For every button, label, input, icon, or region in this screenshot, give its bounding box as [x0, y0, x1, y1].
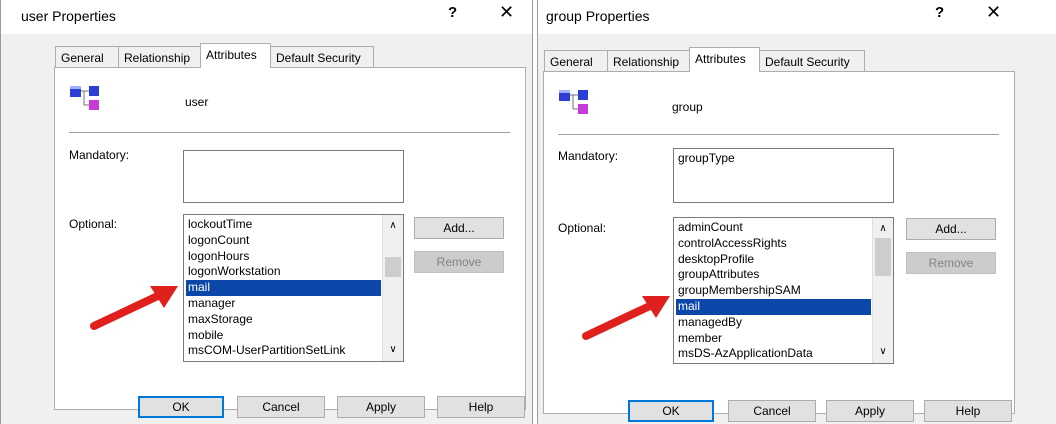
- list-item[interactable]: logonCount: [186, 233, 381, 249]
- mandatory-label: Mandatory:: [558, 149, 619, 163]
- ok-button[interactable]: OK: [138, 396, 224, 418]
- remove-button[interactable]: Remove: [906, 252, 996, 274]
- add-button[interactable]: Add...: [414, 217, 504, 239]
- tab-relationship[interactable]: Relationship: [607, 50, 690, 72]
- scroll-thumb[interactable]: [875, 238, 891, 276]
- scroll-thumb[interactable]: [385, 257, 401, 277]
- list-item[interactable]: logonHours: [186, 249, 381, 265]
- object-name: group: [672, 100, 703, 114]
- apply-button[interactable]: Apply: [826, 400, 914, 422]
- red-arrow-icon: [90, 286, 178, 330]
- attributes-tab-page: group Mandatory: groupType Optional: adm…: [543, 71, 1015, 414]
- schema-class-icon: [558, 89, 598, 129]
- list-item[interactable]: msCOM-UserPartitionSetLink: [186, 343, 381, 359]
- optional-list[interactable]: adminCount controlAccessRights desktopProf…: [673, 217, 894, 364]
- mandatory-list[interactable]: groupType: [673, 148, 894, 203]
- tab-attributes[interactable]: Attributes: [689, 47, 760, 72]
- separator: [69, 132, 510, 133]
- optional-list[interactable]: lockoutTime logonCount logonHours logonWork…: [183, 214, 404, 362]
- dialog-body: General Relationship Attributes Default …: [538, 34, 1056, 424]
- ok-button[interactable]: OK: [628, 400, 714, 422]
- dialog-title: group Properties: [546, 8, 650, 24]
- list-item[interactable]: groupAttributes: [676, 267, 871, 283]
- attributes-tab-page: user Mandatory: Optional: lockoutTime log…: [54, 67, 526, 410]
- help-icon[interactable]: ?: [935, 4, 944, 21]
- mandatory-list[interactable]: [183, 150, 404, 203]
- schema-class-icon: [69, 85, 109, 125]
- mandatory-label: Mandatory:: [69, 148, 130, 162]
- list-item[interactable]: groupType: [676, 151, 871, 167]
- cancel-button[interactable]: Cancel: [237, 396, 325, 418]
- list-scrollbar[interactable]: ∧ ∨: [382, 215, 403, 361]
- title-bar: user Properties ? ✕: [1, 0, 532, 34]
- separator: [558, 134, 999, 135]
- dialog-title: user Properties: [21, 8, 116, 24]
- chevron-down-icon[interactable]: ∨: [873, 343, 893, 361]
- help-button[interactable]: Help: [924, 400, 1012, 422]
- list-item[interactable]: maxStorage: [186, 312, 381, 328]
- dialog-body: General Relationship Attributes Default …: [1, 34, 532, 424]
- cancel-button[interactable]: Cancel: [728, 400, 816, 422]
- tab-default-security[interactable]: Default Security: [759, 50, 865, 72]
- chevron-up-icon[interactable]: ∧: [383, 217, 403, 235]
- list-item[interactable]: adminCount: [676, 220, 871, 236]
- tab-general[interactable]: General: [544, 50, 608, 72]
- tab-default-security[interactable]: Default Security: [270, 46, 374, 68]
- title-bar: group Properties ? ✕: [538, 0, 1056, 34]
- tab-general[interactable]: General: [55, 46, 119, 68]
- list-item[interactable]: managedBy: [676, 315, 871, 331]
- close-icon[interactable]: ✕: [986, 2, 1001, 23]
- list-item[interactable]: mobile: [186, 328, 381, 344]
- object-name: user: [185, 95, 209, 109]
- list-scrollbar[interactable]: ∧ ∨: [872, 218, 893, 363]
- tab-relationship[interactable]: Relationship: [118, 46, 201, 68]
- optional-label: Optional:: [69, 217, 118, 231]
- chevron-up-icon[interactable]: ∧: [873, 220, 893, 238]
- add-button[interactable]: Add...: [906, 218, 996, 240]
- apply-button[interactable]: Apply: [337, 396, 425, 418]
- group-properties-dialog: group Properties ? ✕ General Relationshi…: [537, 0, 1056, 424]
- list-item[interactable]: msDS-AzApplicationData: [676, 346, 871, 362]
- list-item[interactable]: member: [676, 331, 871, 347]
- list-item[interactable]: groupMembershipSAM: [676, 283, 871, 299]
- tab-attributes[interactable]: Attributes: [200, 43, 271, 68]
- close-icon[interactable]: ✕: [499, 2, 514, 23]
- red-arrow-icon: [582, 296, 670, 340]
- list-item[interactable]: manager: [186, 296, 381, 312]
- remove-button[interactable]: Remove: [414, 251, 504, 273]
- list-item[interactable]: desktopProfile: [676, 252, 871, 268]
- user-properties-dialog: user Properties ? ✕ General Relationship…: [0, 0, 533, 424]
- list-item[interactable]: mail: [186, 280, 381, 296]
- chevron-down-icon[interactable]: ∨: [383, 341, 403, 359]
- help-icon[interactable]: ?: [448, 4, 457, 21]
- list-item[interactable]: controlAccessRights: [676, 236, 871, 252]
- list-item[interactable]: mail: [676, 298, 871, 315]
- list-item[interactable]: logonWorkstation: [186, 264, 381, 280]
- list-item[interactable]: lockoutTime: [186, 217, 381, 233]
- optional-label: Optional:: [558, 221, 607, 235]
- help-button[interactable]: Help: [437, 396, 525, 418]
